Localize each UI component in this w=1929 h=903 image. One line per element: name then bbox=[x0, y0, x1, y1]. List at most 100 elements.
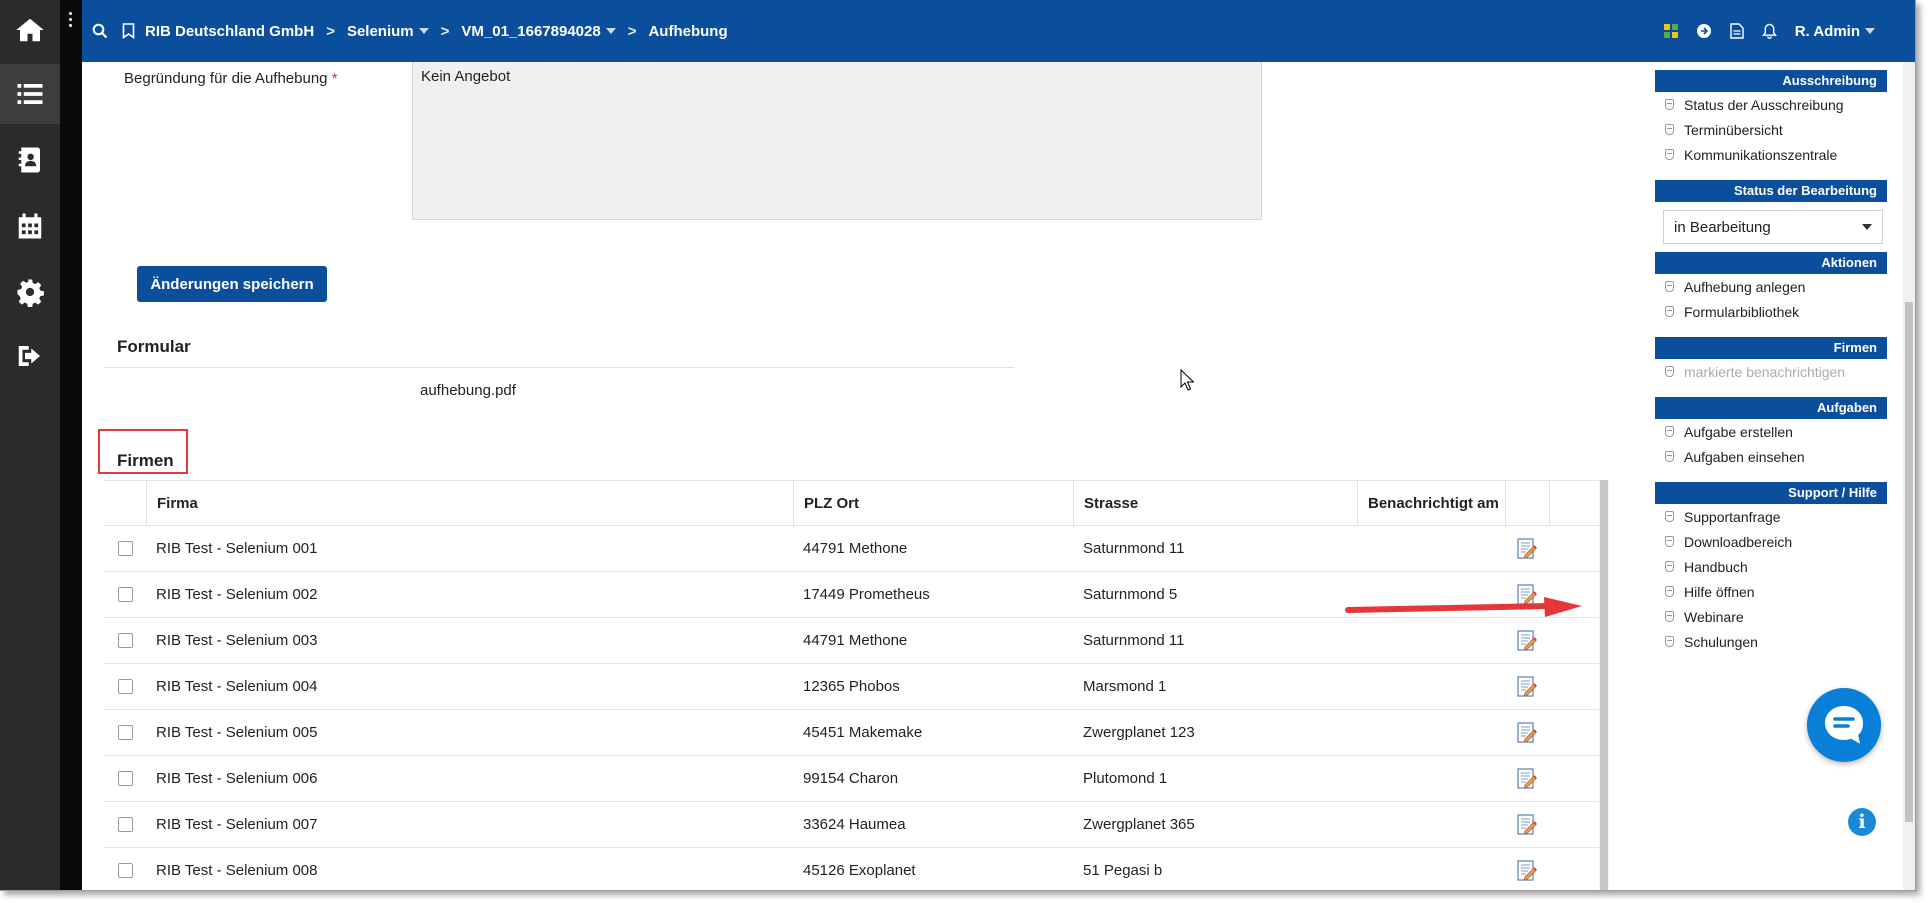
sidebar-section-status: Status der Bearbeitung in Bearbeitung bbox=[1655, 180, 1887, 244]
user-menu[interactable]: R. Admin bbox=[1795, 23, 1875, 40]
chat-bubble-icon[interactable] bbox=[1807, 688, 1881, 762]
sidebar-item-aufhebung-anlegen[interactable]: Aufhebung anlegen bbox=[1655, 274, 1887, 299]
settings-gear-icon[interactable] bbox=[0, 262, 60, 322]
breadcrumb-project[interactable]: Selenium bbox=[347, 23, 429, 40]
sidebar-item-terminuebersicht[interactable]: Terminübersicht bbox=[1655, 117, 1887, 142]
row-checkbox[interactable] bbox=[117, 587, 133, 602]
page-scrollbar[interactable] bbox=[1903, 62, 1915, 890]
edit-notice-icon[interactable] bbox=[1505, 756, 1549, 801]
cell-benachrichtigt bbox=[1357, 848, 1505, 890]
column-header-extra bbox=[1549, 481, 1604, 525]
row-select-cell bbox=[104, 848, 146, 890]
row-checkbox[interactable] bbox=[117, 679, 133, 694]
cell-plz-ort: 45126 Exoplanet bbox=[803, 862, 916, 879]
left-nav-rail bbox=[0, 0, 60, 890]
table-row[interactable]: RIB Test - Selenium 004 12365 Phobos Marsm… bbox=[104, 664, 1604, 710]
bookmark-icon[interactable] bbox=[122, 23, 135, 39]
sidebar-item-schulungen[interactable]: Schulungen bbox=[1655, 629, 1887, 654]
status-select[interactable]: in Bearbeitung bbox=[1663, 210, 1883, 244]
sidebar-item-aufgabe-erstellen[interactable]: Aufgabe erstellen bbox=[1655, 419, 1887, 444]
column-header-strasse[interactable]: Strasse bbox=[1073, 481, 1357, 525]
row-checkbox[interactable] bbox=[117, 817, 133, 832]
sidebar-item-downloadbereich[interactable]: Downloadbereich bbox=[1655, 529, 1887, 554]
breadcrumb-tender[interactable]: VM_01_1667894028 bbox=[461, 23, 616, 40]
cell-firma: RIB Test - Selenium 002 bbox=[156, 586, 318, 603]
reason-textarea[interactable]: Kein Angebot bbox=[412, 62, 1262, 220]
column-header-firma[interactable]: Firma bbox=[146, 481, 793, 525]
document-icon[interactable] bbox=[1730, 23, 1744, 39]
bell-icon[interactable] bbox=[1761, 23, 1777, 39]
table-row[interactable]: RIB Test - Selenium 006 99154 Charon Pluto… bbox=[104, 756, 1604, 802]
cell-benachrichtigt bbox=[1357, 710, 1505, 755]
right-sidebar: Ausschreibung Status der Ausschreibung T… bbox=[1637, 62, 1902, 890]
sidebar-header: Aufgaben bbox=[1655, 397, 1887, 419]
bullet-icon bbox=[1665, 99, 1674, 110]
cell-extra bbox=[1549, 756, 1604, 801]
sidebar-item-formularbibliothek[interactable]: Formularbibliothek bbox=[1655, 299, 1887, 324]
chevron-down-icon bbox=[605, 28, 616, 34]
breadcrumb: RIB Deutschland GmbH > Selenium > VM_01_… bbox=[145, 22, 728, 40]
calendar-icon[interactable] bbox=[0, 196, 60, 256]
sidebar-item-hilfe-oeffnen[interactable]: Hilfe öffnen bbox=[1655, 579, 1887, 604]
rail-toggle-handle[interactable] bbox=[60, 0, 82, 890]
column-header-benachrichtigt[interactable]: Benachrichtigt am bbox=[1357, 481, 1505, 525]
home-icon[interactable] bbox=[0, 0, 60, 60]
cell-strasse: Saturnmond 5 bbox=[1083, 586, 1178, 603]
table-row[interactable]: RIB Test - Selenium 001 44791 Methone Satu… bbox=[104, 526, 1604, 572]
cell-extra bbox=[1549, 526, 1604, 571]
search-icon[interactable] bbox=[92, 23, 108, 39]
table-scrollbar-thumb[interactable] bbox=[1600, 480, 1608, 890]
cell-firma: RIB Test - Selenium 008 bbox=[156, 862, 318, 879]
sidebar-header: Status der Bearbeitung bbox=[1655, 180, 1887, 202]
edit-notice-icon[interactable] bbox=[1505, 848, 1549, 890]
mouse-cursor-icon bbox=[1180, 369, 1194, 391]
sidebar-item-status-ausschreibung[interactable]: Status der Ausschreibung bbox=[1655, 92, 1887, 117]
top-tools: R. Admin bbox=[1663, 0, 1875, 62]
reason-label: Begründung für die Aufhebung * bbox=[124, 70, 338, 87]
bullet-icon bbox=[1665, 451, 1674, 462]
sidebar-item-kommunikationszentrale[interactable]: Kommunikationszentrale bbox=[1655, 142, 1887, 167]
cell-firma: RIB Test - Selenium 003 bbox=[156, 632, 318, 649]
column-header-plz-ort[interactable]: PLZ Ort bbox=[793, 481, 1073, 525]
apps-grid-icon[interactable] bbox=[1663, 24, 1678, 38]
formular-file-link[interactable]: aufhebung.pdf bbox=[420, 382, 516, 399]
edit-notice-icon[interactable] bbox=[1505, 664, 1549, 709]
row-checkbox[interactable] bbox=[117, 633, 133, 648]
sidebar-item-supportanfrage[interactable]: Supportanfrage bbox=[1655, 504, 1887, 529]
edit-notice-icon[interactable] bbox=[1505, 618, 1549, 663]
row-checkbox[interactable] bbox=[117, 771, 133, 786]
table-row[interactable]: RIB Test - Selenium 007 33624 Haumea Zwerg… bbox=[104, 802, 1604, 848]
cell-strasse: Saturnmond 11 bbox=[1083, 632, 1185, 649]
bullet-icon bbox=[1665, 124, 1674, 135]
sidebar-section-support: Support / Hilfe Supportanfrage Downloadb… bbox=[1655, 482, 1887, 654]
table-row[interactable]: RIB Test - Selenium 003 44791 Methone Satu… bbox=[104, 618, 1604, 664]
edit-notice-icon[interactable] bbox=[1505, 802, 1549, 847]
edit-notice-icon[interactable] bbox=[1505, 710, 1549, 755]
info-icon[interactable]: i bbox=[1848, 808, 1876, 836]
sidebar-item-handbuch[interactable]: Handbuch bbox=[1655, 554, 1887, 579]
edit-notice-icon[interactable] bbox=[1505, 526, 1549, 571]
app-window: RIB Deutschland GmbH > Selenium > VM_01_… bbox=[0, 0, 1916, 891]
sidebar-item-markierte-benachrichtigen[interactable]: markierte benachrichtigen bbox=[1655, 359, 1887, 384]
sidebar-section-ausschreibung: Ausschreibung Status der Ausschreibung T… bbox=[1655, 70, 1887, 167]
row-checkbox[interactable] bbox=[117, 541, 133, 556]
contacts-icon[interactable] bbox=[0, 130, 60, 190]
save-changes-button[interactable]: Änderungen speichern bbox=[137, 266, 327, 302]
page-scrollbar-thumb[interactable] bbox=[1905, 302, 1913, 822]
cell-plz-ort: 99154 Charon bbox=[803, 770, 899, 787]
sidebar-item-aufgaben-einsehen[interactable]: Aufgaben einsehen bbox=[1655, 444, 1887, 469]
logout-icon[interactable] bbox=[0, 326, 60, 386]
cell-extra bbox=[1549, 802, 1604, 847]
table-row[interactable]: RIB Test - Selenium 005 45451 Makemake Zwe… bbox=[104, 710, 1604, 756]
cell-firma: RIB Test - Selenium 004 bbox=[156, 678, 318, 695]
row-checkbox[interactable] bbox=[117, 863, 133, 878]
app-launcher-icon[interactable] bbox=[1696, 23, 1712, 39]
breadcrumb-company[interactable]: RIB Deutschland GmbH bbox=[145, 23, 314, 40]
sidebar-item-webinare[interactable]: Webinare bbox=[1655, 604, 1887, 629]
bullet-icon bbox=[1665, 426, 1674, 437]
list-icon[interactable] bbox=[0, 64, 60, 124]
breadcrumb-current: Aufhebung bbox=[648, 22, 728, 40]
table-row[interactable]: RIB Test - Selenium 008 45126 Exoplanet 51… bbox=[104, 848, 1604, 890]
row-checkbox[interactable] bbox=[117, 725, 133, 740]
cell-plz-ort: 44791 Methone bbox=[803, 540, 908, 557]
